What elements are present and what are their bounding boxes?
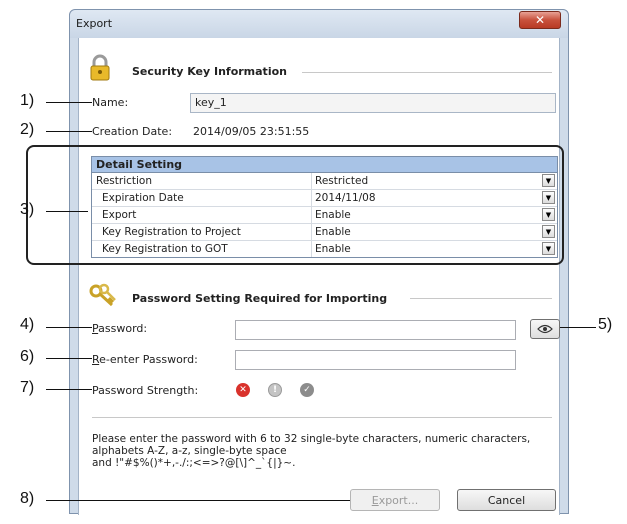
- password-input[interactable]: [235, 320, 516, 340]
- window-title: Export: [76, 17, 113, 30]
- reenter-password-input[interactable]: [235, 350, 516, 370]
- password-heading: Password Setting Required for Importing: [132, 292, 388, 305]
- callout-3: 3): [20, 201, 35, 218]
- export-button[interactable]: Export...: [350, 489, 440, 511]
- password-divider: [410, 298, 552, 299]
- detail-row-expiration-date[interactable]: Expiration Date 2014/11/08 ▼: [92, 190, 557, 207]
- name-field[interactable]: key_1: [190, 93, 556, 113]
- dropdown-arrow-icon[interactable]: ▼: [542, 191, 555, 204]
- callout-8: 8): [20, 490, 35, 507]
- callout-2-line: [46, 131, 92, 132]
- creation-date-value: 2014/09/05 23:51:55: [193, 125, 310, 138]
- dropdown-arrow-icon[interactable]: ▼: [542, 242, 555, 255]
- keys-icon: [89, 283, 116, 307]
- detail-row-label: Key Registration to Project: [92, 224, 312, 240]
- detail-row-key-registration-got[interactable]: Key Registration to GOT Enable ▼: [92, 241, 557, 257]
- password-rules-note: Please enter the password with 6 to 32 s…: [92, 433, 531, 469]
- detail-row-label: Export: [92, 207, 312, 223]
- callout-6: 6): [20, 348, 35, 365]
- callout-3-line: [46, 211, 88, 212]
- close-button[interactable]: ✕: [519, 11, 561, 29]
- security-heading: Security Key Information: [132, 65, 287, 78]
- eye-icon: [537, 324, 553, 334]
- strength-medium-icon: !: [268, 383, 282, 397]
- title-bar: Export ✕: [70, 10, 568, 38]
- show-password-button[interactable]: [530, 319, 560, 339]
- strength-weak-icon: ✕: [236, 383, 250, 397]
- detail-row-restriction[interactable]: Restriction Restricted ▼: [92, 173, 557, 190]
- callout-2: 2): [20, 121, 35, 138]
- detail-row-label: Expiration Date: [92, 190, 312, 206]
- detail-row-value: Enable: [315, 226, 351, 238]
- creation-date-label: Creation Date:: [92, 125, 173, 138]
- detail-row-key-registration-project[interactable]: Key Registration to Project Enable ▼: [92, 224, 557, 241]
- callout-8-line: [46, 500, 350, 501]
- callout-7-line: [46, 389, 92, 390]
- detail-row-value: Enable: [315, 209, 351, 221]
- lock-icon: [90, 54, 110, 81]
- name-label: Name:: [92, 96, 129, 109]
- callout-5-line: [560, 327, 596, 328]
- password-strength-label: Password Strength:: [92, 384, 199, 397]
- reenter-password-label: Re-enter Password:: [92, 353, 198, 366]
- callout-5: 5): [598, 316, 613, 333]
- detail-row-value: 2014/11/08: [315, 192, 376, 204]
- dropdown-arrow-icon[interactable]: ▼: [542, 174, 555, 187]
- detail-row-value: Enable: [315, 243, 351, 255]
- dropdown-arrow-icon[interactable]: ▼: [542, 225, 555, 238]
- detail-row-label: Restriction: [92, 173, 312, 189]
- detail-row-value: Restricted: [315, 175, 369, 187]
- strength-strong-icon: ✓: [300, 383, 314, 397]
- callout-4: 4): [20, 316, 35, 333]
- note-divider: [92, 417, 552, 418]
- detail-row-label: Key Registration to GOT: [92, 241, 312, 257]
- detail-setting-heading: Detail Setting: [92, 157, 557, 173]
- password-label: Password:: [92, 322, 148, 335]
- cancel-button[interactable]: Cancel: [457, 489, 556, 511]
- callout-6-line: [46, 358, 92, 359]
- callout-4-line: [46, 327, 92, 328]
- callout-1: 1): [20, 92, 35, 109]
- detail-setting-table: Detail Setting Restriction Restricted ▼ …: [91, 156, 558, 258]
- callout-1-line: [46, 102, 92, 103]
- security-divider: [302, 72, 552, 73]
- dropdown-arrow-icon[interactable]: ▼: [542, 208, 555, 221]
- callout-7: 7): [20, 379, 35, 396]
- detail-row-export[interactable]: Export Enable ▼: [92, 207, 557, 224]
